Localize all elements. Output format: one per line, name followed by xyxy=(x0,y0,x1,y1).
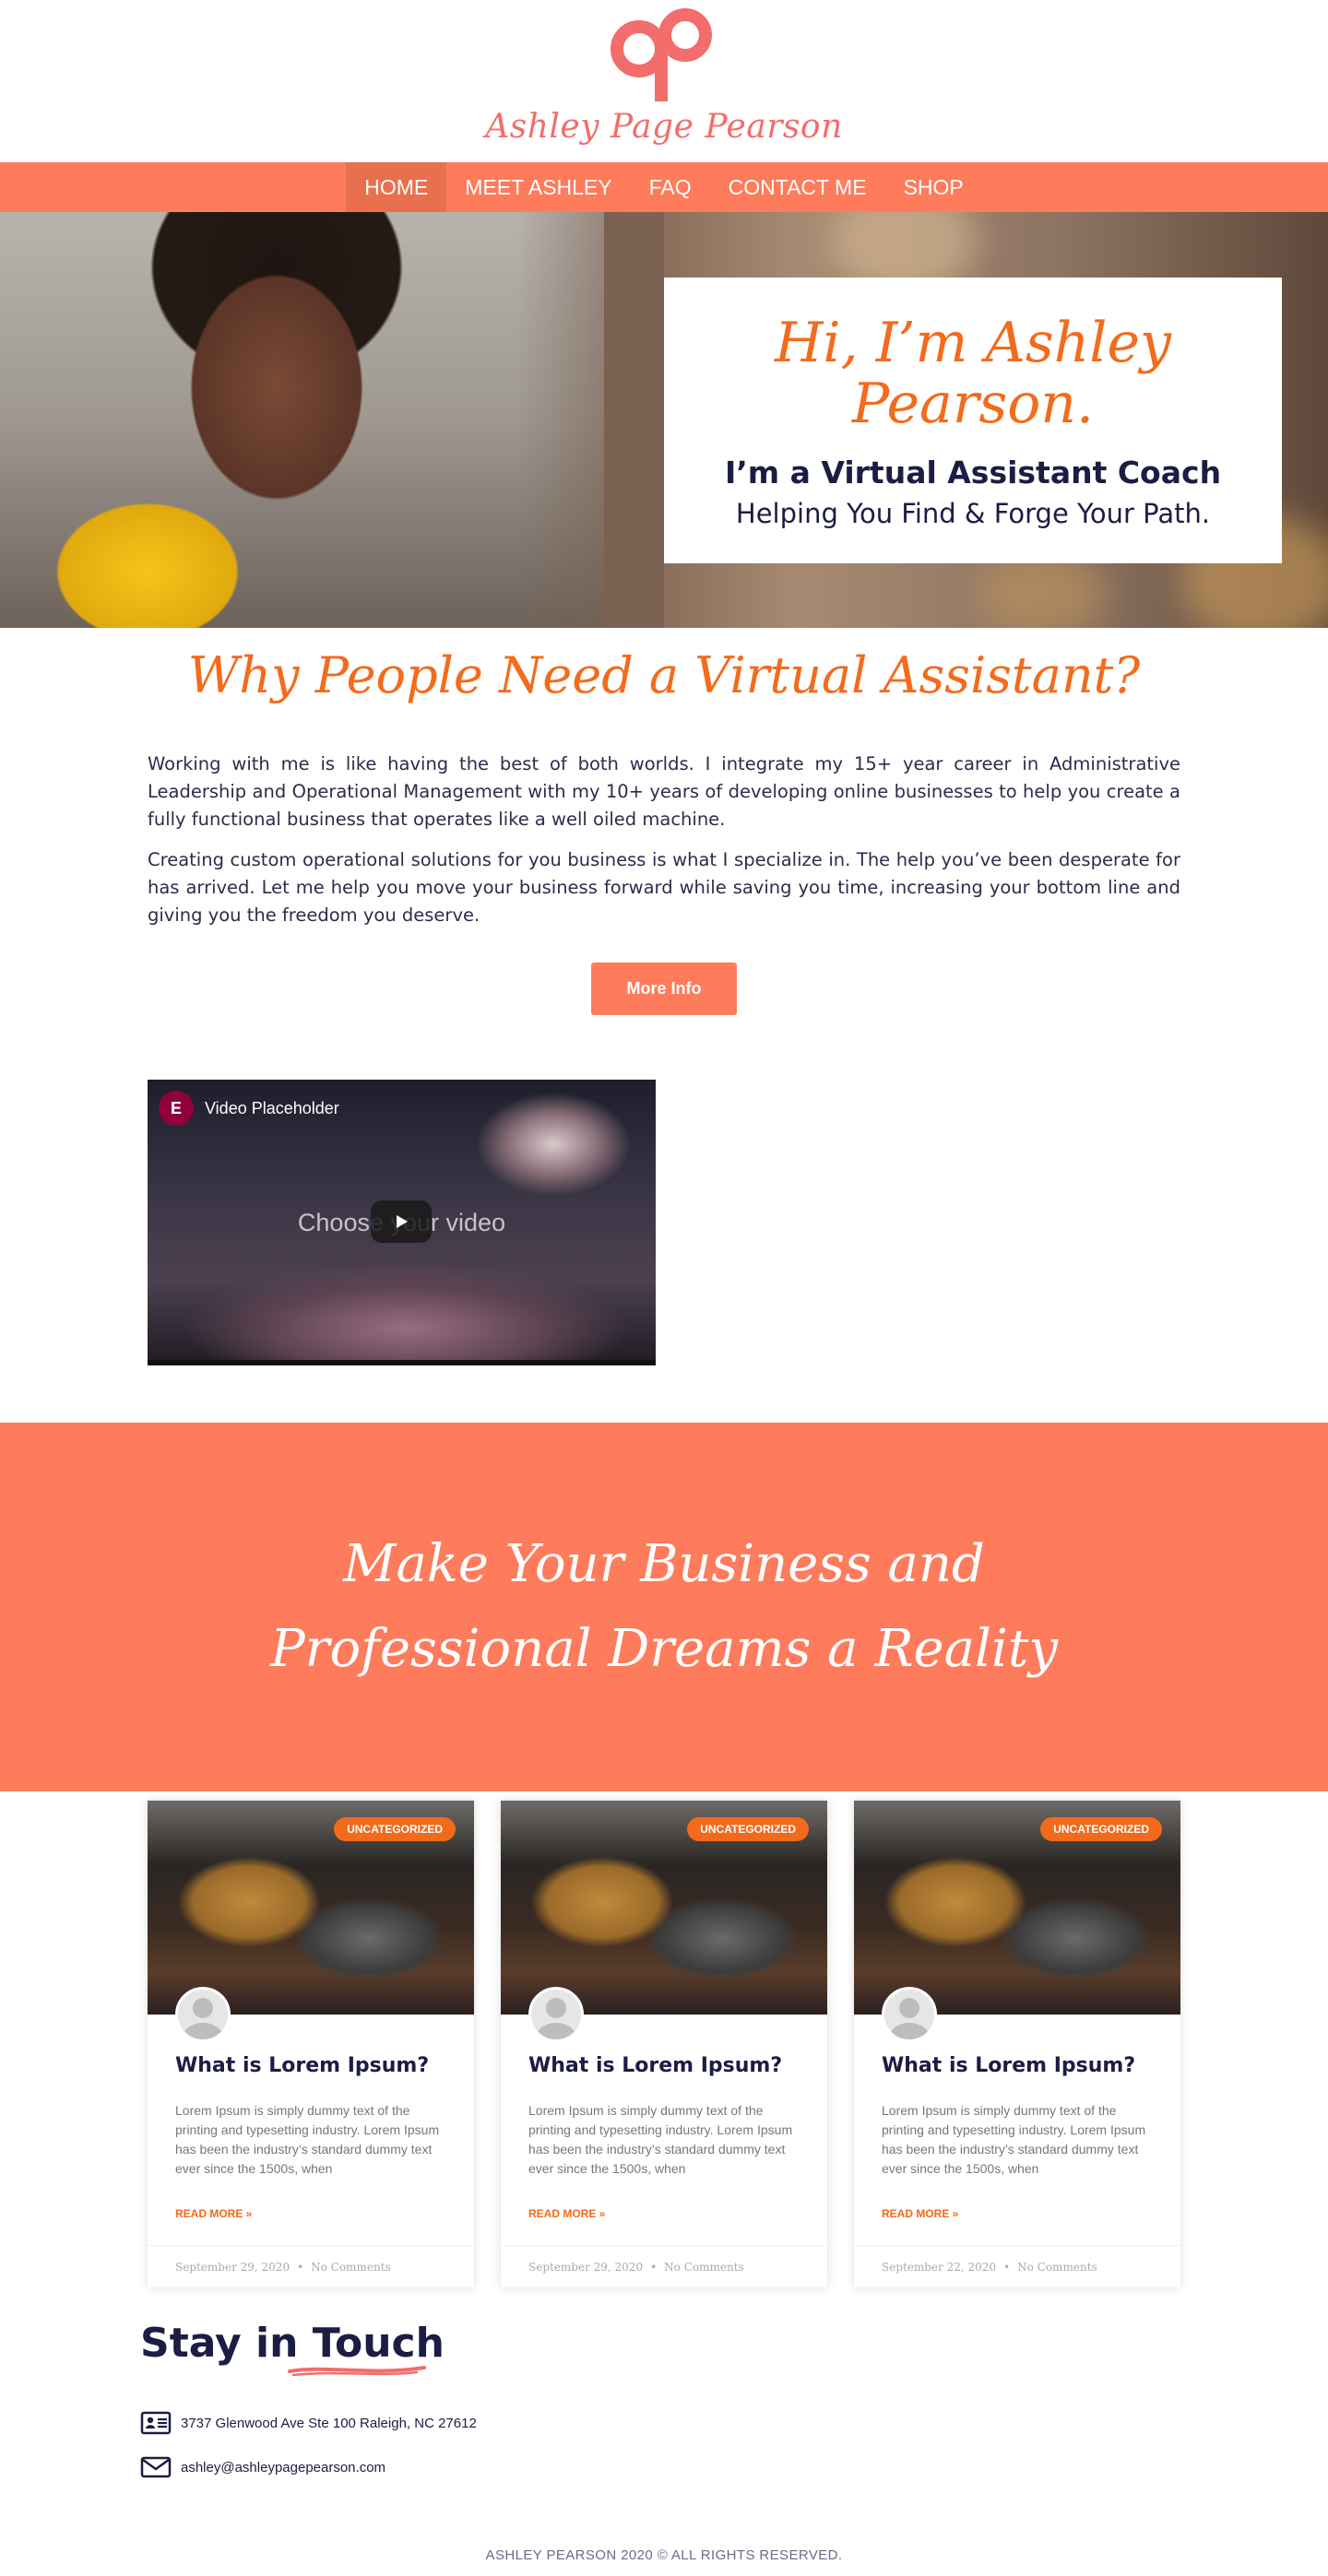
post-excerpt: Lorem Ipsum is simply dummy text of the … xyxy=(882,2103,1146,2176)
logo-icon[interactable] xyxy=(604,7,724,104)
read-more-link[interactable]: READ MORE » xyxy=(882,2207,958,2220)
post-excerpt: Lorem Ipsum is simply dummy text of the … xyxy=(528,2103,793,2176)
category-badge[interactable]: UNCATEGORIZED xyxy=(334,1817,456,1841)
category-badge[interactable]: UNCATEGORIZED xyxy=(1040,1817,1162,1841)
post-meta: September 29, 2020 • No Comments xyxy=(148,2245,474,2287)
post-thumbnail[interactable]: UNCATEGORIZED xyxy=(501,1801,827,2015)
more-info-button[interactable]: More Info xyxy=(591,963,737,1015)
contact-section: Stay in Touch 3737 Glenwood Ave Ste 100 … xyxy=(0,2287,1328,2479)
hero-tagline: Helping You Find & Forge Your Path. xyxy=(735,497,1211,529)
post-thumbnail[interactable]: UNCATEGORIZED xyxy=(854,1801,1180,2015)
post-card[interactable]: UNCATEGORIZED What is Lorem Ipsum? Lorem… xyxy=(148,1801,474,2287)
hero-title: Hi, I’m Ashley Pearson. xyxy=(775,310,1171,436)
hero-portrait-image xyxy=(0,212,604,628)
why-paragraph: Creating custom operational solutions fo… xyxy=(148,849,1180,926)
nav-item-meet-ashley[interactable]: MEET ASHLEY xyxy=(446,162,630,212)
meta-separator: • xyxy=(1003,2260,1011,2274)
hero-bokeh xyxy=(978,553,1107,628)
play-icon xyxy=(397,1215,408,1228)
banner-text: Make Your Business and Professional Drea… xyxy=(270,1534,1058,1679)
hero-card: Hi, I’m Ashley Pearson. I’m a Virtual As… xyxy=(664,278,1282,563)
user-icon xyxy=(536,1998,576,2039)
post-title[interactable]: What is Lorem Ipsum? xyxy=(528,2054,782,2077)
contact-title-emphasis: Touch xyxy=(312,2320,445,2367)
email-link[interactable]: ashley@ashleypagepearson.com xyxy=(181,2460,385,2476)
nav-item-faq[interactable]: FAQ xyxy=(631,162,710,212)
video-title: Video Placeholder xyxy=(205,1098,339,1117)
meta-separator: • xyxy=(650,2260,658,2274)
post-thumbnail[interactable]: UNCATEGORIZED xyxy=(148,1801,474,2015)
read-more-link[interactable]: READ MORE » xyxy=(528,2207,605,2220)
post-date: September 29, 2020 xyxy=(175,2260,290,2274)
hero-subtitle: I’m a Virtual Assistant Coach xyxy=(724,454,1222,490)
underline-swash-icon xyxy=(288,2366,426,2377)
meta-separator: • xyxy=(297,2260,304,2274)
post-comments: No Comments xyxy=(664,2260,744,2274)
dreams-banner: Make Your Business and Professional Drea… xyxy=(0,1423,1328,1791)
post-excerpt: Lorem Ipsum is simply dummy text of the … xyxy=(175,2103,440,2176)
logo-text[interactable]: Ashley Page Pearson xyxy=(485,108,843,146)
avatar xyxy=(882,1987,937,2042)
post-meta: September 22, 2020 • No Comments xyxy=(854,2245,1180,2287)
hero-image-fade xyxy=(516,212,664,628)
video-header: E Video Placeholder xyxy=(159,1091,339,1126)
nav-item-contact-me[interactable]: CONTACT ME xyxy=(710,162,885,212)
why-paragraph: Working with me is like having the best … xyxy=(148,753,1180,830)
user-icon xyxy=(889,1998,930,2039)
avatar xyxy=(528,1987,584,2042)
post-comments: No Comments xyxy=(1017,2260,1097,2274)
posts-grid: UNCATEGORIZED What is Lorem Ipsum? Lorem… xyxy=(0,1791,1328,2287)
main-nav: HOME MEET ASHLEY FAQ CONTACT ME SHOP xyxy=(0,162,1328,212)
post-card[interactable]: UNCATEGORIZED What is Lorem Ipsum? Lorem… xyxy=(854,1801,1180,2287)
category-badge[interactable]: UNCATEGORIZED xyxy=(687,1817,809,1841)
why-title: Why People Need a Virtual Assistant? xyxy=(187,646,1141,704)
post-title[interactable]: What is Lorem Ipsum? xyxy=(882,2054,1135,2077)
post-comments: No Comments xyxy=(311,2260,391,2274)
email-row: ashley@ashleypagepearson.com xyxy=(140,2455,1328,2479)
elementor-icon: E xyxy=(159,1091,194,1126)
site-header: Ashley Page Pearson xyxy=(0,0,1328,162)
post-date: September 22, 2020 xyxy=(882,2260,997,2274)
nav-item-shop[interactable]: SHOP xyxy=(885,162,982,212)
user-icon xyxy=(183,1998,223,2039)
why-body: Working with me is like having the best … xyxy=(148,750,1180,929)
why-section: Why People Need a Virtual Assistant? Wor… xyxy=(0,628,1328,1015)
contact-title-lead: Stay in xyxy=(140,2320,313,2367)
address-row: 3737 Glenwood Ave Ste 100 Raleigh, NC 27… xyxy=(140,2411,1328,2435)
envelope-icon xyxy=(140,2456,172,2478)
nav-item-home[interactable]: HOME xyxy=(346,162,447,212)
read-more-link[interactable]: READ MORE » xyxy=(175,2207,252,2220)
post-card[interactable]: UNCATEGORIZED What is Lorem Ipsum? Lorem… xyxy=(501,1801,827,2287)
video-placeholder[interactable]: E Video Placeholder Choose your video xyxy=(148,1080,656,1365)
post-date: September 29, 2020 xyxy=(528,2260,644,2274)
hero-section: Hi, I’m Ashley Pearson. I’m a Virtual As… xyxy=(0,212,1328,628)
post-meta: September 29, 2020 • No Comments xyxy=(501,2245,827,2287)
contact-title: Stay in Touch xyxy=(140,2320,445,2377)
address-text: 3737 Glenwood Ave Ste 100 Raleigh, NC 27… xyxy=(181,2415,477,2431)
address-card-icon xyxy=(140,2411,172,2435)
post-title[interactable]: What is Lorem Ipsum? xyxy=(175,2054,429,2077)
play-button[interactable] xyxy=(371,1200,432,1243)
avatar xyxy=(175,1987,231,2042)
video-progress-bar xyxy=(148,1360,656,1365)
